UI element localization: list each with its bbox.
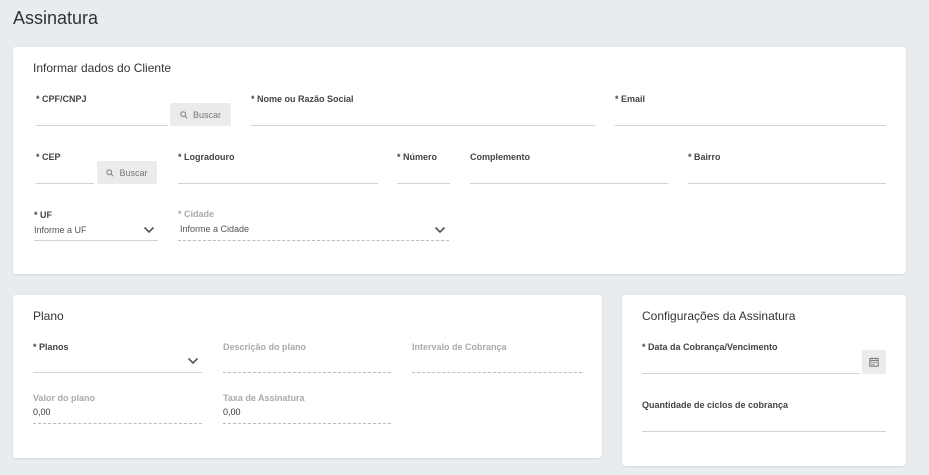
taxa-value: 0,00 xyxy=(223,407,241,417)
search-icon xyxy=(180,110,188,119)
cpf-field[interactable]: * CPF/CNPJ xyxy=(36,94,168,126)
planos-underline xyxy=(33,372,202,373)
cidade-value: Informe a Cidade xyxy=(180,224,250,234)
descricao-label: Descrição do plano xyxy=(223,342,307,352)
planos-select[interactable]: * Planos xyxy=(33,342,202,373)
cpf-label: * CPF/CNPJ xyxy=(36,94,87,104)
uf-underline xyxy=(34,240,158,241)
descricao-field: Descrição do plano xyxy=(223,342,391,373)
nome-underline xyxy=(251,125,595,126)
intervalo-field: Intervalo de Cobrança xyxy=(412,342,582,373)
ciclos-field[interactable]: Quantidade de ciclos de cobrança xyxy=(642,400,886,432)
complemento-field[interactable]: Complemento xyxy=(470,152,668,184)
cidade-label: * Cidade xyxy=(178,209,215,219)
cpf-buscar-button[interactable]: Buscar xyxy=(170,103,231,126)
ciclos-underline xyxy=(642,431,886,432)
cidade-select[interactable]: * Cidade Informe a Cidade xyxy=(178,209,449,241)
intervalo-underline xyxy=(412,372,582,373)
bairro-underline xyxy=(688,183,886,184)
buscar-label: Buscar xyxy=(192,109,221,120)
cliente-card: Informar dados do Cliente * CPF/CNPJ Bus… xyxy=(13,47,906,274)
complemento-label: Complemento xyxy=(470,152,531,162)
cliente-card-title: Informar dados do Cliente xyxy=(33,61,172,75)
valor-underline xyxy=(33,423,202,424)
calendar-icon xyxy=(869,357,879,367)
data-cobranca-underline xyxy=(642,373,860,374)
taxa-label: Taxa de Assinatura xyxy=(223,393,305,403)
chevron-down-icon xyxy=(143,226,155,234)
plano-card-title: Plano xyxy=(33,309,64,323)
nome-label: * Nome ou Razão Social xyxy=(251,94,354,104)
data-cobranca-field[interactable]: * Data da Cobrança/Vencimento xyxy=(642,342,860,374)
valor-label: Valor do plano xyxy=(33,393,96,403)
intervalo-label: Intervalo de Cobrança xyxy=(412,342,507,352)
taxa-underline xyxy=(223,423,391,424)
chevron-down-icon xyxy=(187,357,199,365)
cep-field[interactable]: * CEP xyxy=(36,152,94,184)
cep-label: * CEP xyxy=(36,152,61,162)
logradouro-label: * Logradouro xyxy=(178,152,235,162)
uf-label: * UF xyxy=(34,210,52,220)
planos-label: * Planos xyxy=(33,342,69,352)
logradouro-field[interactable]: * Logradouro xyxy=(178,152,378,184)
valor-value: 0,00 xyxy=(33,407,51,417)
cidade-underline xyxy=(178,240,449,241)
buscar-label: Buscar xyxy=(119,167,148,178)
taxa-field: Taxa de Assinatura 0,00 xyxy=(223,393,391,424)
nome-field[interactable]: * Nome ou Razão Social xyxy=(251,94,595,126)
uf-select[interactable]: * UF Informe a UF xyxy=(34,210,158,241)
numero-field[interactable]: * Número xyxy=(397,152,450,184)
descricao-underline xyxy=(223,372,391,373)
logradouro-underline xyxy=(178,183,378,184)
chevron-down-icon xyxy=(434,226,446,234)
search-icon xyxy=(106,168,115,177)
valor-field: Valor do plano 0,00 xyxy=(33,393,202,424)
email-underline xyxy=(615,125,886,126)
data-cobranca-label: * Data da Cobrança/Vencimento xyxy=(642,342,778,352)
numero-underline xyxy=(397,183,450,184)
email-label: * Email xyxy=(615,94,646,104)
plano-card: Plano * Planos Descrição do plano Interv… xyxy=(13,295,602,458)
cep-buscar-button[interactable]: Buscar xyxy=(97,161,157,184)
cep-underline xyxy=(36,183,94,184)
cpf-underline xyxy=(36,125,168,126)
complemento-underline xyxy=(470,183,668,184)
bairro-label: * Bairro xyxy=(688,152,721,162)
config-card-title: Configurações da Assinatura xyxy=(642,309,796,323)
page-title: Assinatura xyxy=(13,8,99,28)
config-card: Configurações da Assinatura * Data da Co… xyxy=(622,295,906,466)
uf-value: Informe a UF xyxy=(34,225,87,235)
bairro-field[interactable]: * Bairro xyxy=(688,152,886,184)
calendar-button[interactable] xyxy=(862,350,886,374)
ciclos-label: Quantidade de ciclos de cobrança xyxy=(642,400,789,410)
email-field[interactable]: * Email xyxy=(615,94,886,126)
numero-label: * Número xyxy=(397,152,438,162)
